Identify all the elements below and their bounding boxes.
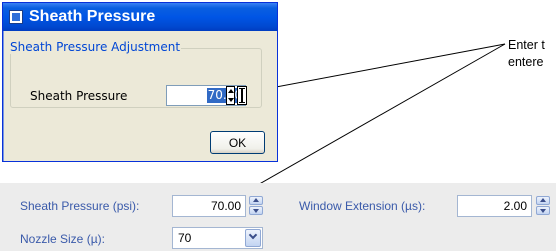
dialog-title: Sheath Pressure: [29, 8, 156, 25]
spin-up-icon[interactable]: [228, 89, 234, 93]
spin-down-icon[interactable]: [228, 98, 234, 102]
sheath-pressure-value: 70.00: [210, 199, 241, 213]
sheath-pressure-label: Sheath Pressure (psi):: [20, 199, 140, 213]
callout-line-1: Enter t: [508, 38, 545, 52]
dialog-titlebar[interactable]: Sheath Pressure: [3, 3, 277, 31]
window-extension-value: 2.00: [503, 199, 527, 213]
window-extension-spinner[interactable]: [536, 196, 550, 216]
sheath-pressure-input[interactable]: 70.00: [172, 195, 246, 217]
adjustment-group-label: Sheath Pressure Adjustment: [10, 40, 182, 54]
spin-up-icon[interactable]: [249, 196, 263, 205]
text-cursor-icon: [237, 86, 247, 105]
spin-up-icon[interactable]: [536, 196, 550, 205]
callout-line-2: entere: [508, 55, 544, 69]
nozzle-size-label: Nozzle Size (µ):: [20, 232, 105, 246]
chevron-down-icon[interactable]: [245, 229, 261, 247]
settings-panel: Sheath Pressure (psi): 70.00 Window Exte…: [0, 183, 556, 251]
dialog-sheath-pressure-label: Sheath Pressure: [30, 89, 128, 103]
sheath-pressure-spinner[interactable]: [249, 196, 263, 216]
window-extension-input[interactable]: 2.00: [457, 195, 532, 217]
nozzle-size-value: 70: [178, 231, 192, 245]
app-icon: [9, 10, 23, 24]
spin-up-down-icon[interactable]: [226, 86, 235, 105]
window-extension-label: Window Extension (µs):: [299, 199, 426, 213]
ok-button[interactable]: OK: [210, 131, 265, 154]
callout-text: Enter t entere: [508, 37, 545, 71]
spin-down-icon[interactable]: [536, 206, 550, 215]
callout-line-to-panel: [239, 43, 506, 196]
spin-down-icon[interactable]: [249, 206, 263, 215]
